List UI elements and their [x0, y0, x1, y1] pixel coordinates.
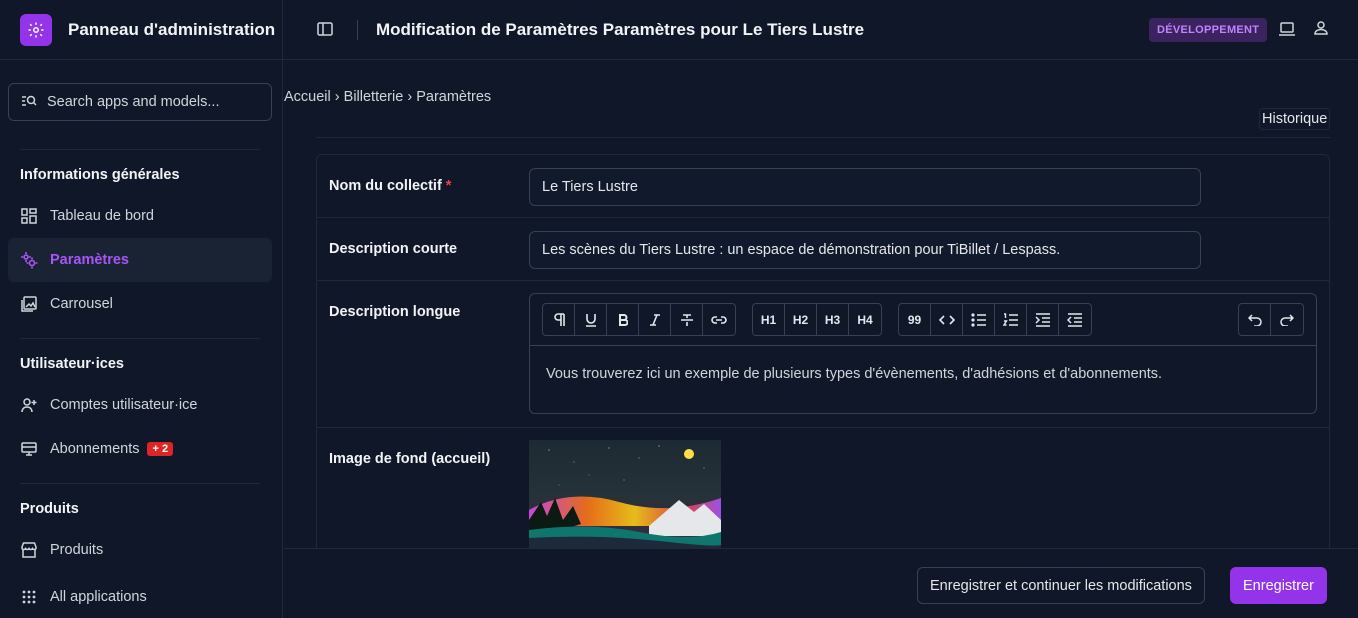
- form-row-desc-courte: Description courte Les scènes du Tiers L…: [317, 218, 1329, 281]
- redo-icon[interactable]: [1271, 304, 1303, 335]
- toolbar-group-blocks: 99: [898, 303, 1092, 336]
- sidebar-item-label: Produits: [50, 542, 104, 558]
- quote-button[interactable]: 99: [899, 304, 931, 335]
- divider: [316, 137, 1330, 138]
- grid-icon: [20, 588, 38, 606]
- toolbar-group-history: [1238, 303, 1304, 336]
- divider: [20, 338, 260, 339]
- brand-title[interactable]: Panneau d'administration: [68, 20, 275, 40]
- search-icon: [21, 94, 37, 111]
- breadcrumb-home[interactable]: Accueil: [284, 89, 331, 105]
- sidebar-item-label: Comptes utilisateur·ice: [50, 397, 198, 413]
- sidebar-item-label: Abonnements: [50, 441, 140, 457]
- description-courte-input[interactable]: Les scènes du Tiers Lustre : un espace d…: [529, 231, 1201, 269]
- save-button[interactable]: Enregistrer: [1230, 567, 1327, 604]
- strikethrough-icon[interactable]: [671, 304, 703, 335]
- form-row-desc-longue: Description longue H1 H2 H3 H4 99 Vous t…: [317, 281, 1329, 428]
- sidebar-item-parametres[interactable]: Paramètres: [8, 238, 272, 282]
- rich-text-editor[interactable]: H1 H2 H3 H4 99 Vous trouverez ici un exe…: [529, 293, 1317, 414]
- heading-1-button[interactable]: H1: [753, 304, 785, 335]
- header-separator: [357, 19, 358, 40]
- form-row-nom: Nom du collectif * Le Tiers Lustre: [317, 155, 1329, 218]
- dashboard-icon: [20, 207, 38, 225]
- editor-content[interactable]: Vous trouverez ici un exemple de plusieu…: [546, 366, 1162, 382]
- field-label-desc-longue: Description longue: [329, 304, 461, 320]
- breadcrumb-separator: ›: [334, 89, 340, 105]
- form-footer: Enregistrer et continuer les modificatio…: [284, 548, 1358, 618]
- numbered-list-icon[interactable]: [995, 304, 1027, 335]
- search-placeholder: Search apps and models...: [47, 94, 220, 110]
- count-badge: + 2: [147, 442, 174, 456]
- toolbar-group-headings: H1 H2 H3 H4: [752, 303, 882, 336]
- underline-icon[interactable]: [575, 304, 607, 335]
- italic-icon[interactable]: [639, 304, 671, 335]
- theme-switcher-icon[interactable]: [1278, 20, 1298, 40]
- user-icon[interactable]: [1313, 20, 1333, 40]
- sidebar-item-label: Paramètres: [50, 252, 129, 268]
- required-marker: *: [445, 178, 452, 194]
- sidebar: Panneau d'administration Search apps and…: [0, 0, 283, 618]
- field-label-nom: Nom du collectif *: [329, 178, 452, 194]
- breadcrumb-app[interactable]: Billetterie: [344, 89, 404, 105]
- editor-toolbar: H1 H2 H3 H4 99: [530, 294, 1316, 346]
- breadcrumb: Accueil › Billetterie › Paramètres: [284, 89, 491, 105]
- sidebar-item-tableau-de-bord[interactable]: Tableau de bord: [8, 194, 272, 238]
- undo-icon[interactable]: [1239, 304, 1271, 335]
- breadcrumb-current[interactable]: Paramètres: [416, 89, 491, 105]
- search-input[interactable]: Search apps and models...: [8, 83, 272, 121]
- divider: [20, 149, 260, 150]
- settings-form: Nom du collectif * Le Tiers Lustre Descri…: [316, 154, 1330, 554]
- sidebar-item-produits[interactable]: Produits: [8, 528, 272, 572]
- sidebar-item-all-applications[interactable]: All applications: [8, 575, 272, 618]
- nom-collectif-input[interactable]: Le Tiers Lustre: [529, 168, 1201, 206]
- settings-icon: [20, 251, 38, 269]
- divider: [20, 483, 260, 484]
- breadcrumb-separator: ›: [407, 89, 413, 105]
- top-header: Modification de Paramètres Paramètres po…: [283, 0, 1358, 60]
- field-label-desc-courte: Description courte: [329, 241, 458, 257]
- sidebar-item-abonnements[interactable]: Abonnements + 2: [8, 427, 272, 471]
- image-gallery-icon: [20, 295, 38, 313]
- environment-badge: DÉVELOPPEMENT: [1149, 18, 1268, 42]
- brand: Panneau d'administration: [0, 0, 282, 60]
- toolbar-group-format: [542, 303, 736, 336]
- bullet-list-icon[interactable]: [963, 304, 995, 335]
- sidebar-toggle-icon[interactable]: [317, 21, 335, 39]
- subscription-icon: [20, 440, 38, 458]
- user-add-icon: [20, 396, 38, 414]
- field-label-image: Image de fond (accueil): [329, 451, 491, 467]
- save-and-continue-button[interactable]: Enregistrer et continuer les modificatio…: [917, 567, 1205, 604]
- heading-4-button[interactable]: H4: [849, 304, 881, 335]
- link-icon[interactable]: [703, 304, 735, 335]
- page-title: Modification de Paramètres Paramètres po…: [376, 19, 865, 39]
- outdent-icon[interactable]: [1059, 304, 1091, 335]
- sidebar-item-label: Tableau de bord: [50, 208, 154, 224]
- section-title-general: Informations générales: [20, 167, 180, 183]
- indent-icon[interactable]: [1027, 304, 1059, 335]
- gear-icon[interactable]: [20, 13, 52, 46]
- sidebar-item-carrousel[interactable]: Carrousel: [8, 282, 272, 326]
- history-button[interactable]: Historique: [1259, 108, 1331, 130]
- bold-icon[interactable]: [607, 304, 639, 335]
- heading-3-button[interactable]: H3: [817, 304, 849, 335]
- form-row-image: Image de fond (accueil): [317, 428, 1329, 554]
- code-icon[interactable]: [931, 304, 963, 335]
- sidebar-item-label: Carrousel: [50, 296, 113, 312]
- paragraph-icon[interactable]: [543, 304, 575, 335]
- sidebar-item-label: All applications: [50, 589, 147, 605]
- section-title-users: Utilisateur·ices: [20, 356, 124, 372]
- section-title-products: Produits: [20, 501, 79, 517]
- heading-2-button[interactable]: H2: [785, 304, 817, 335]
- background-image-preview[interactable]: [529, 440, 721, 550]
- store-icon: [20, 541, 38, 559]
- sidebar-item-comptes[interactable]: Comptes utilisateur·ice: [8, 383, 272, 427]
